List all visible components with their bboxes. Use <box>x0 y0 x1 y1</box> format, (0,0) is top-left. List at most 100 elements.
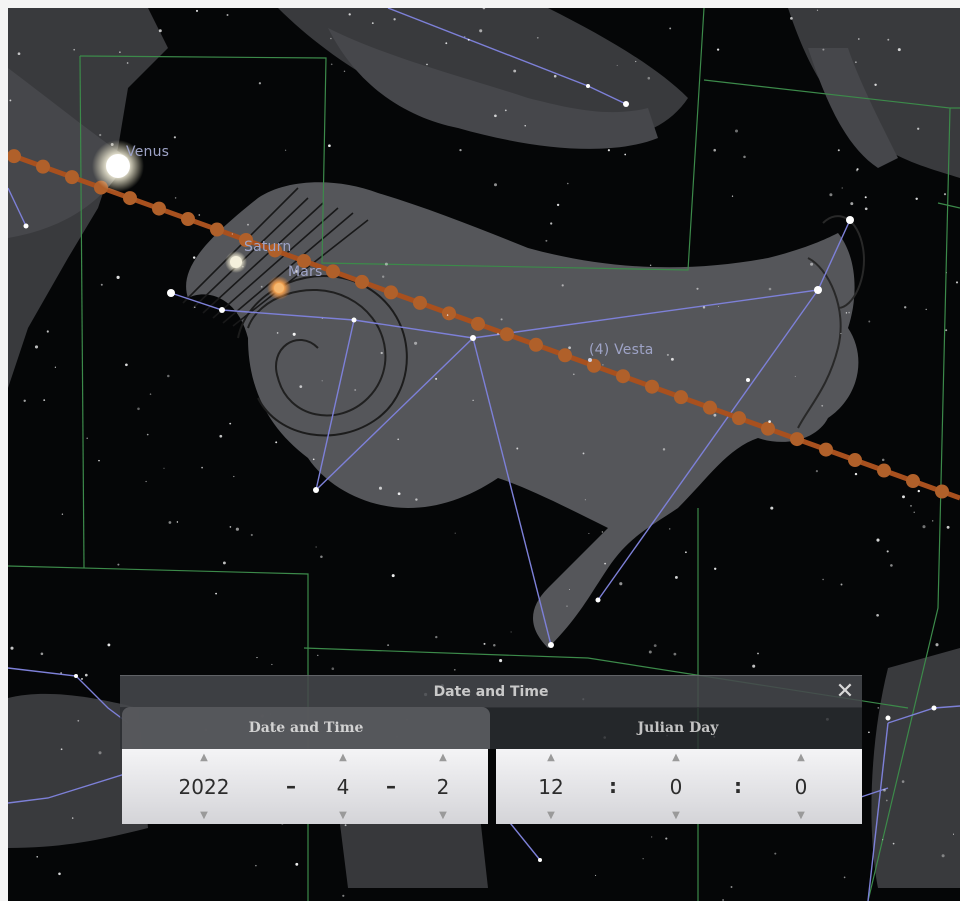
star <box>343 70 346 73</box>
star <box>23 399 26 402</box>
star <box>330 63 333 66</box>
star <box>176 521 179 523</box>
star <box>649 264 652 267</box>
star <box>566 605 568 607</box>
month-down-arrow-icon[interactable]: ▼ <box>318 810 368 821</box>
star <box>685 551 687 554</box>
star <box>770 506 774 510</box>
hour-input[interactable] <box>526 775 576 799</box>
star <box>524 125 526 127</box>
star <box>666 353 669 356</box>
star <box>584 499 586 501</box>
star <box>426 63 428 66</box>
star <box>829 193 833 197</box>
year-down-arrow-icon[interactable]: ▼ <box>158 810 250 821</box>
star <box>568 346 571 350</box>
star <box>816 9 819 11</box>
star <box>163 467 165 469</box>
ecliptic-dot <box>848 453 862 468</box>
star <box>145 480 147 483</box>
star <box>635 60 637 63</box>
star <box>735 129 738 133</box>
star <box>567 182 569 185</box>
star <box>494 183 497 187</box>
star <box>348 13 351 16</box>
minute-input[interactable] <box>651 775 701 799</box>
year-input[interactable] <box>158 775 250 799</box>
star <box>137 407 140 411</box>
ecliptic-dot <box>181 212 195 227</box>
star <box>479 29 483 33</box>
hour-down-arrow-icon[interactable]: ▼ <box>526 810 576 821</box>
star <box>946 525 950 529</box>
star <box>342 894 345 897</box>
second-down-arrow-icon[interactable]: ▼ <box>776 810 826 821</box>
star <box>119 51 121 53</box>
day-down-arrow-icon[interactable]: ▼ <box>418 810 468 821</box>
star <box>61 513 64 515</box>
star <box>58 872 61 876</box>
day-input[interactable] <box>418 775 468 799</box>
star <box>158 29 162 33</box>
star <box>397 492 401 496</box>
second-up-arrow-icon[interactable]: ▲ <box>776 752 826 763</box>
star <box>890 564 893 567</box>
star <box>821 404 824 407</box>
star <box>317 654 319 657</box>
star <box>331 667 335 670</box>
star <box>222 561 226 565</box>
star <box>454 532 456 534</box>
star <box>446 314 449 316</box>
star <box>662 448 666 451</box>
star <box>868 731 870 734</box>
star <box>752 664 756 668</box>
hour-up-arrow-icon[interactable]: ▲ <box>526 752 576 763</box>
tab-julian-day[interactable]: Julian Day <box>496 707 860 749</box>
star <box>258 82 262 85</box>
star <box>553 74 557 78</box>
star <box>9 99 12 102</box>
star <box>669 27 672 30</box>
year-up-arrow-icon[interactable]: ▲ <box>158 752 250 763</box>
star <box>219 434 223 438</box>
date-separator: – <box>386 774 396 798</box>
month-up-arrow-icon[interactable]: ▲ <box>318 752 368 763</box>
star <box>902 495 905 499</box>
star <box>315 546 317 548</box>
second-input[interactable] <box>776 775 826 799</box>
star <box>768 420 771 423</box>
star <box>117 563 120 566</box>
ecliptic-dot <box>326 264 340 279</box>
star <box>397 438 400 441</box>
star <box>922 525 926 529</box>
star <box>17 52 21 56</box>
star <box>198 214 201 216</box>
ecliptic-dot <box>210 222 224 237</box>
minute-down-arrow-icon[interactable]: ▼ <box>651 810 701 821</box>
star <box>955 281 959 284</box>
star <box>504 109 507 112</box>
star <box>54 366 57 368</box>
star <box>790 17 793 20</box>
ecliptic-dot <box>935 484 949 499</box>
ecliptic-dot <box>413 295 427 310</box>
star <box>34 345 39 349</box>
star <box>494 114 497 118</box>
star <box>107 643 111 647</box>
saturn-label: Saturn <box>244 239 292 255</box>
day-up-arrow-icon[interactable]: ▲ <box>418 752 468 763</box>
window-titlebar[interactable]: Date and Time ✕ <box>120 675 862 708</box>
star <box>932 520 934 522</box>
star <box>453 668 456 671</box>
star <box>642 858 644 860</box>
close-icon[interactable]: ✕ <box>832 678 858 706</box>
minute-up-arrow-icon[interactable]: ▲ <box>651 752 701 763</box>
star <box>941 854 945 858</box>
star <box>233 475 235 478</box>
star <box>774 852 777 855</box>
star <box>445 42 448 45</box>
star <box>330 37 332 40</box>
month-input[interactable] <box>318 775 368 799</box>
star <box>892 842 895 845</box>
tab-date-and-time[interactable]: Date and Time <box>122 707 490 749</box>
